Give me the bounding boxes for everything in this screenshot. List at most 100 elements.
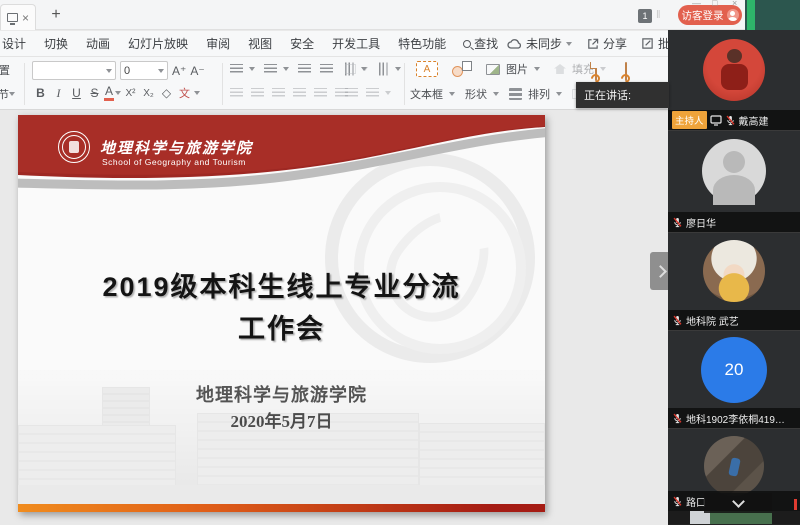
caret-down-icon [194,91,200,98]
italic-button[interactable]: I [50,86,67,101]
maximize-button[interactable]: □ [712,0,717,8]
slide-bottom-gradient-bar [18,504,545,512]
increase-indent-button[interactable] [320,64,333,74]
align-left-button[interactable] [230,88,243,98]
shapes-button[interactable]: 形状 [465,86,499,102]
doc-tools-button[interactable] [595,63,597,81]
numbered-list-icon [264,64,277,74]
cloud-sync-icon [507,38,522,50]
justify-button[interactable] [293,88,306,98]
distribute-button[interactable] [314,88,327,98]
guest-login-label: 访客登录 [682,8,724,23]
numbered-list-button[interactable] [264,64,289,74]
menu-devtools[interactable]: 开发工具 [323,35,389,52]
sync-label: 未同步 [526,35,562,52]
decrease-indent-button[interactable] [298,64,311,74]
caret-down-icon [385,91,391,98]
toolbar-separator [404,63,405,105]
search-icon [463,40,471,48]
minimize-button[interactable]: — [692,0,701,8]
slideshow-tools-button[interactable] [625,63,627,81]
menu-transitions[interactable]: 切换 [35,35,77,52]
participant-tile[interactable]: 廖日华 [668,131,800,233]
bullet-list-button[interactable] [230,64,255,74]
participant-tile[interactable]: 20 地科1902李依桐419… [668,331,800,429]
section-button[interactable]: 节 [0,86,15,102]
textbox-button[interactable]: 文本框 [410,86,455,102]
participant-name: 路口 [686,494,706,509]
picture-button[interactable]: 图片 [486,61,540,77]
tab-close-icon[interactable]: × [22,12,29,24]
underline-button[interactable]: U [68,86,85,100]
menu-special-features[interactable]: 特色功能 [389,35,455,52]
university-seal-logo [58,131,90,163]
text-column-button[interactable] [376,64,401,74]
find-button[interactable]: 查找 [455,35,506,52]
increase-font-button[interactable]: A⁺ [172,64,186,78]
panel-collapse-button[interactable] [650,252,668,290]
close-button[interactable]: × [732,0,737,8]
doc-count-badge[interactable]: 1 [638,9,652,23]
phonetic-guide-button[interactable]: 文 [176,85,193,101]
decrease-font-button[interactable]: A⁻ [190,64,204,78]
find-label: 查找 [474,35,498,52]
reset-button[interactable]: 重置 [0,62,10,78]
caret-down-icon [534,67,540,74]
document-tab[interactable]: × [0,4,36,30]
font-name-select[interactable] [32,61,116,80]
menu-animations[interactable]: 动画 [77,35,119,52]
banner-school-name-en: School of Geography and Tourism [102,157,246,167]
menu-view[interactable]: 视图 [239,35,281,52]
arrange-button[interactable]: 排列 [509,86,562,102]
menu-review[interactable]: 审阅 [197,35,239,52]
caret-down-icon [362,67,368,74]
user-avatar-icon [727,9,739,21]
clear-format-button[interactable]: ◇ [158,86,175,100]
bold-button[interactable]: B [32,86,49,100]
caret-down-icon [283,67,289,74]
share-button[interactable]: 分享 [586,35,627,52]
scroll-more-participants-button[interactable] [704,493,772,513]
sync-status-button[interactable]: 未同步 [507,35,572,52]
textbox-big-icon: A [416,61,438,77]
align-right-button[interactable] [272,88,285,98]
menu-slideshow[interactable]: 幻灯片放映 [119,35,197,52]
participant-tile-host[interactable]: 主持人 戴高建 [668,30,800,131]
slide-canvas[interactable]: 地理科学与旅游学院 School of Geography and Touris… [0,110,668,525]
strikethrough-button[interactable]: S [86,86,103,100]
participant-name: 地科院 武艺 [686,313,739,328]
subscript-button[interactable]: X₂ [140,88,157,99]
arrange-icon [509,88,522,100]
align-center-button[interactable] [251,88,264,98]
participant-namebar: 地科院 武艺 [668,310,800,330]
font-size-select[interactable]: 0 [120,61,168,80]
speaking-tooltip: 正在讲话: [576,82,669,108]
campus-building-photo [18,370,545,505]
collapse-arrow-icon [654,265,667,278]
paragraph-spacing-up-button[interactable] [345,88,358,98]
photo-avatar [704,436,764,496]
comment-button[interactable]: 批注 [641,35,668,52]
next-tile-red-indicator [794,499,797,510]
caret-down-icon [566,42,572,49]
picture-icon [486,64,500,75]
app-root: × + 1 ‖ 访客登录 — □ × 设计 切换 动画 幻灯片放映 审阅 视图 … [0,0,800,525]
paragraph-spacing-down-button[interactable] [366,88,391,98]
font-color-button[interactable]: A [104,85,114,101]
speaking-label: 正在讲话: [584,87,631,103]
slide[interactable]: 地理科学与旅游学院 School of Geography and Touris… [18,115,545,512]
participant-tile[interactable]: 地科院 武艺 [668,233,800,331]
caret-down-icon [556,92,562,99]
comment-label: 批注 [658,35,668,52]
menu-design[interactable]: 设计 [0,35,35,52]
guest-login-button[interactable]: 访客登录 [678,5,742,25]
participant-tile[interactable]: 路口 [668,429,800,524]
new-tab-button[interactable]: + [46,6,66,24]
format-toolbar: 重置 节 0 A⁺ A⁻ B I U S A X² X₂ ◇ [0,56,668,110]
mic-muted-icon [672,315,683,326]
comment-icon [641,37,654,50]
participant-name: 地科1902李依桐419… [686,411,785,426]
superscript-button[interactable]: X² [122,88,139,99]
menu-security[interactable]: 安全 [281,35,323,52]
text-align-box-button[interactable] [345,64,368,74]
